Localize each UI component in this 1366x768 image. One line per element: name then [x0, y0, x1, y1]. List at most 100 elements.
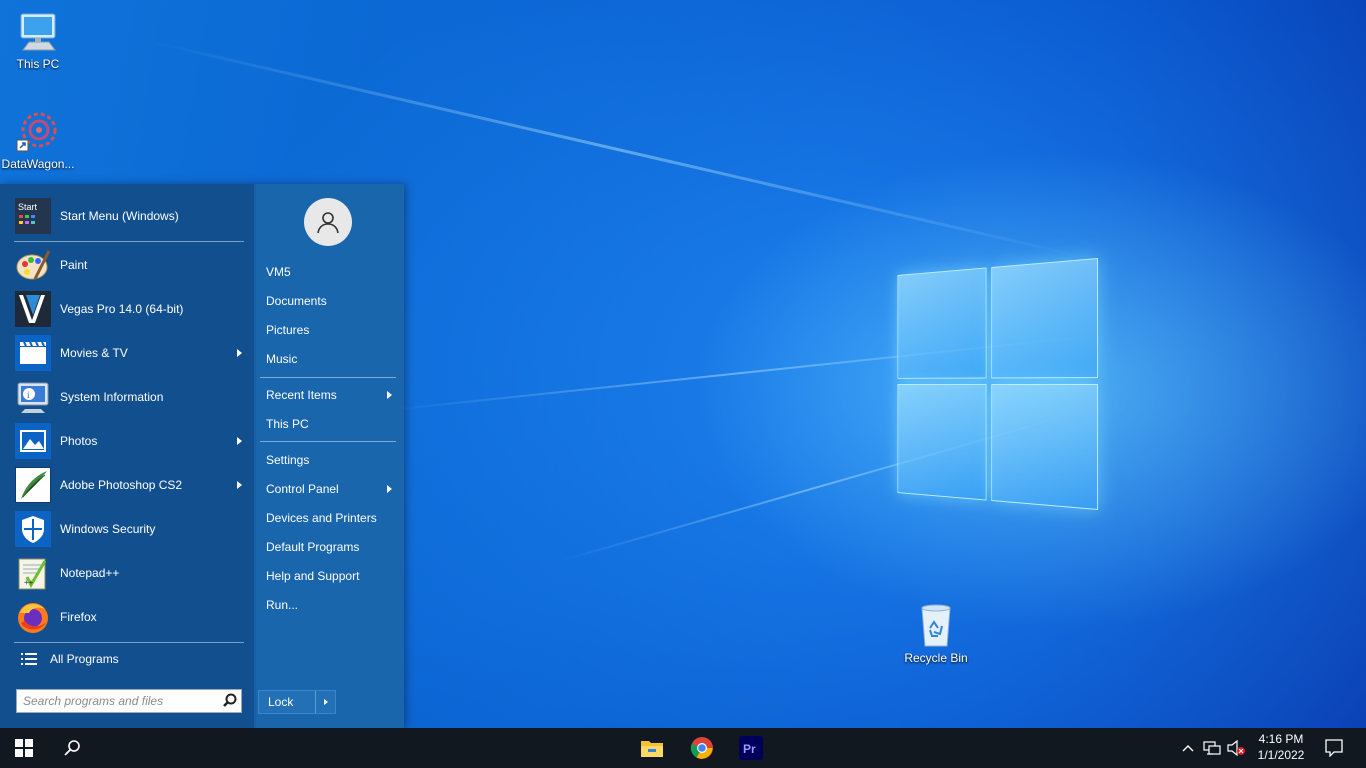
taskbar-premiere-pro[interactable]: Pr: [727, 728, 775, 768]
places-item-settings[interactable]: Settings: [262, 448, 398, 472]
places-item-documents[interactable]: Documents: [262, 289, 398, 313]
show-hidden-icons-button[interactable]: [1176, 728, 1200, 768]
paint-icon: [14, 246, 52, 284]
svg-text:Pr: Pr: [743, 742, 756, 756]
svg-text:Start: Start: [18, 202, 38, 212]
taskbar-file-explorer[interactable]: [628, 728, 676, 768]
file-explorer-icon: [641, 741, 663, 757]
recycle-bin-icon: [921, 604, 951, 647]
places-item-label: Settings: [266, 453, 310, 467]
windows-wallpaper-logo: [897, 258, 1098, 510]
all-programs-button[interactable]: All Programs: [10, 644, 250, 674]
search-box: [16, 689, 242, 713]
volume-tray-button[interactable]: [1224, 728, 1248, 768]
submenu-arrow-icon: [237, 481, 242, 489]
places-item-default-programs[interactable]: Default Programs: [262, 535, 398, 559]
places-item-label: Devices and Printers: [266, 511, 377, 525]
all-programs-label: All Programs: [50, 652, 119, 666]
premiere-pro-icon: Pr: [739, 736, 763, 760]
program-label: Notepad++: [60, 566, 120, 580]
user-icon: [317, 212, 339, 234]
program-list-separator: [14, 241, 244, 242]
places-item-run[interactable]: Run...: [262, 593, 398, 617]
places-item-devices-printers[interactable]: Devices and Printers: [262, 506, 398, 530]
taskbar: Pr 4:16 PM 1/1/2022: [0, 728, 1366, 768]
search-icon[interactable]: [219, 691, 241, 711]
places-item-label: Default Programs: [266, 540, 360, 554]
program-paint[interactable]: Paint: [10, 243, 250, 287]
action-center-button[interactable]: [1316, 728, 1352, 768]
search-icon: [64, 740, 80, 756]
start-button[interactable]: [0, 728, 48, 768]
program-adobe-photoshop[interactable]: Adobe Photoshop CS2: [10, 463, 250, 507]
submenu-arrow-icon: [387, 485, 392, 493]
desktop-icon-recycle-bin[interactable]: Recycle Bin: [898, 602, 974, 665]
power-options-arrow-icon[interactable]: [315, 691, 335, 713]
program-firefox[interactable]: Firefox: [10, 595, 250, 639]
notification-icon: [1325, 739, 1343, 757]
program-list-separator: [14, 642, 244, 643]
photos-icon: [14, 422, 52, 460]
vegas-pro-icon: [14, 290, 52, 328]
places-item-music[interactable]: Music: [262, 347, 398, 371]
desktop-icon-datawagon[interactable]: DataWagon...: [0, 108, 76, 171]
desktop-icon-label: Recycle Bin: [904, 651, 968, 665]
places-item-label: Help and Support: [266, 569, 360, 583]
taskbar-search-button[interactable]: [48, 728, 96, 768]
places-item-label: Control Panel: [266, 482, 339, 496]
places-item-label: VM5: [266, 265, 291, 279]
user-avatar[interactable]: [304, 198, 352, 246]
clock[interactable]: 4:16 PM 1/1/2022: [1250, 731, 1312, 764]
program-label: Firefox: [60, 610, 97, 624]
program-label: System Information: [60, 390, 164, 404]
places-item-control-panel[interactable]: Control Panel: [262, 477, 398, 501]
places-item-recent-items[interactable]: Recent Items: [262, 383, 398, 407]
places-separator: [260, 441, 396, 442]
taskbar-chrome[interactable]: [678, 728, 726, 768]
movies-tv-icon: [14, 334, 52, 372]
volume-muted-icon: [1227, 740, 1245, 756]
search-input[interactable]: [23, 691, 219, 711]
places-item-pictures[interactable]: Pictures: [262, 318, 398, 342]
desktop-icon-this-pc[interactable]: This PC: [0, 10, 76, 71]
submenu-arrow-icon: [237, 349, 242, 357]
places-item-vm5[interactable]: VM5: [262, 260, 398, 284]
clock-time: 4:16 PM: [1258, 732, 1304, 746]
places-item-label: This PC: [266, 417, 309, 431]
places-item-this-pc[interactable]: This PC: [262, 412, 398, 436]
places-item-label: Documents: [266, 294, 327, 308]
network-tray-button[interactable]: [1200, 728, 1224, 768]
lock-button[interactable]: Lock: [258, 690, 336, 714]
chevron-up-icon: [1182, 745, 1194, 752]
program-start-menu-windows[interactable]: Start Start Menu (Windows): [10, 194, 250, 238]
start-menu: Start Start Menu (Windows) Paint Vegas P…: [0, 184, 404, 728]
program-label: Movies & TV: [60, 346, 128, 360]
program-system-information[interactable]: i System Information: [10, 375, 250, 419]
program-photos[interactable]: Photos: [10, 419, 250, 463]
windows-start-icon: [15, 739, 33, 757]
places-item-label: Run...: [266, 598, 299, 612]
photoshop-icon: [14, 466, 52, 504]
program-movies-tv[interactable]: Movies & TV: [10, 331, 250, 375]
clock-date: 1/1/2022: [1257, 748, 1305, 762]
program-vegas-pro[interactable]: Vegas Pro 14.0 (64-bit): [10, 287, 250, 331]
system-information-icon: i: [14, 378, 52, 416]
windows-security-icon: [14, 510, 52, 548]
start-menu-app-icon: Start: [14, 197, 52, 235]
this-pc-icon: [20, 13, 56, 51]
program-label: Paint: [60, 258, 88, 272]
submenu-arrow-icon: [237, 437, 242, 445]
places-item-label: Music: [266, 352, 298, 366]
firefox-icon: [14, 598, 52, 636]
chrome-icon: [690, 737, 713, 759]
places-separator: [260, 377, 396, 378]
program-windows-security[interactable]: Windows Security: [10, 507, 250, 551]
datawagon-shortcut-icon: [16, 112, 57, 152]
program-label: Start Menu (Windows): [60, 209, 179, 223]
notepad-plus-plus-icon: ++: [14, 554, 52, 592]
network-icon: [1203, 741, 1221, 755]
places-item-help-support[interactable]: Help and Support: [262, 564, 398, 588]
program-notepad-plus-plus[interactable]: ++ Notepad++: [10, 551, 250, 595]
program-label: Adobe Photoshop CS2: [60, 478, 183, 492]
lock-label: Lock: [268, 695, 294, 709]
